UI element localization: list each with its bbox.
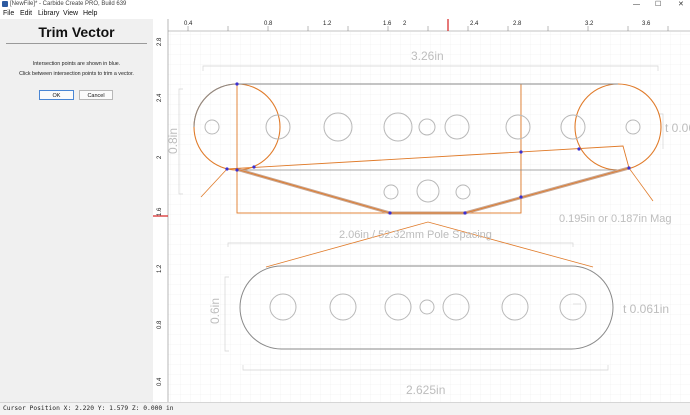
top-dimension-text: 3.26in: [411, 49, 444, 63]
lower-left-dimension-text: 0.6in: [208, 298, 222, 324]
ok-button[interactable]: OK: [39, 90, 74, 100]
window-title: [NewFile]* - Carbide Create PRO, Build 6…: [10, 1, 127, 7]
minimize-button[interactable]: —: [633, 0, 640, 9]
panel-divider: [6, 43, 147, 44]
magnet-dimension-text: 0.195in or 0.187in Mag: [559, 213, 672, 225]
intersection-point[interactable]: [519, 195, 523, 199]
info-text-2: Click between intersection points to tri…: [19, 71, 134, 77]
intersection-point[interactable]: [577, 147, 581, 151]
top-tick-label: 1.2: [323, 21, 332, 27]
left-tick-label: 2.4: [157, 93, 163, 102]
right-dimension-text: t 0.06: [665, 121, 690, 135]
intersection-point[interactable]: [225, 167, 229, 171]
title-bar: [NewFile]* - Carbide Create PRO, Build 6…: [0, 0, 690, 9]
intersection-point[interactable]: [235, 168, 239, 172]
info-text-1: Intersection points are shown in blue.: [32, 61, 121, 67]
intersection-point[interactable]: [627, 166, 631, 170]
top-tick-label: 2.8: [513, 21, 522, 27]
top-tick-label: 1.6: [383, 21, 392, 27]
panel-title: Trim Vector: [38, 24, 115, 40]
cursor-position: Cursor Position X: 2.220 Y: 1.579 Z: 0.0…: [3, 405, 174, 412]
carbide-app-icon: [2, 1, 8, 7]
canvas-svg[interactable]: 0.4 0.8 1.2 1.6 2 2.4 2.8 3.2 3.6 2.8 2.…: [153, 19, 690, 402]
top-tick-label: 3.2: [585, 21, 594, 27]
top-tick-label: 2.4: [470, 21, 479, 27]
cancel-button[interactable]: Cancel: [79, 90, 113, 100]
left-tick-label: 1.2: [157, 264, 163, 273]
menu-view[interactable]: View: [63, 9, 78, 19]
design-canvas[interactable]: 0.4 0.8 1.2 1.6 2 2.4 2.8 3.2 3.6 2.8 2.…: [153, 19, 690, 402]
intersection-point[interactable]: [388, 211, 392, 215]
trim-vector-panel: Trim Vector Intersection points are show…: [0, 19, 154, 402]
intersection-point[interactable]: [252, 165, 256, 169]
top-ruler[interactable]: [153, 19, 690, 31]
bottom-dimension-text: 2.625in: [406, 383, 445, 397]
menu-file[interactable]: File: [3, 9, 14, 19]
left-tick-label: 0.4: [157, 377, 163, 386]
menu-edit[interactable]: Edit: [20, 9, 32, 19]
top-tick-label: 0.4: [184, 21, 193, 27]
top-tick-label: 0.8: [264, 21, 273, 27]
left-tick-label: 1.6: [157, 207, 163, 216]
lower-right-dimension-text: t 0.061in: [623, 302, 669, 316]
menu-help[interactable]: Help: [83, 9, 97, 19]
top-tick-label: 3.6: [642, 21, 651, 27]
left-tick-label: 0.8: [157, 320, 163, 329]
intersection-point[interactable]: [463, 211, 467, 215]
status-bar: Cursor Position X: 2.220 Y: 1.579 Z: 0.0…: [0, 402, 690, 415]
pole-spacing-text: 2.06in / 52.32mm Pole Spacing: [339, 229, 492, 241]
left-dimension-text: 0.8in: [166, 128, 180, 154]
intersection-point[interactable]: [235, 82, 239, 86]
maximize-button[interactable]: ☐: [655, 0, 661, 9]
close-button[interactable]: ✕: [678, 0, 684, 9]
menu-library[interactable]: Library: [38, 9, 59, 19]
menu-bar: File Edit Library View Help: [0, 9, 690, 19]
left-tick-label: 2.8: [157, 37, 163, 46]
intersection-point[interactable]: [519, 150, 523, 154]
